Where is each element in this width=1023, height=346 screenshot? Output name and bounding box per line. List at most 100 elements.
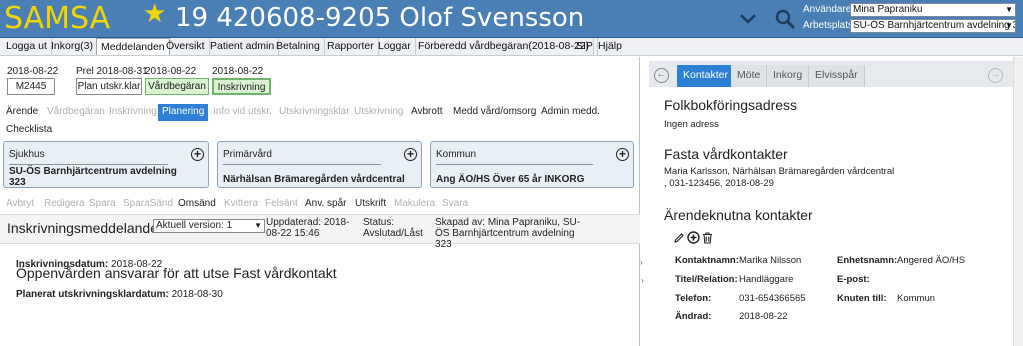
trash-icon[interactable] xyxy=(702,232,713,247)
arende-heading: Ärendeknutna kontakter xyxy=(664,207,813,223)
field-utskrivningsklardatum: Planerat utskrivningsklardatum: 2018-08-… xyxy=(16,289,223,300)
created-by-text: Skapad av: Mina Papraniku, SU-ÖS Barnhjä… xyxy=(435,217,581,250)
menu-forberedd-vardbegaran[interactable]: Förberedd vårdbegäran(2018-08-22) xyxy=(414,38,595,55)
tab-admin-medd[interactable]: Admin medd. xyxy=(537,104,604,121)
edit-icon[interactable] xyxy=(673,232,685,247)
tab-utskrivning[interactable]: Utskrivning xyxy=(350,104,407,121)
kontaktnamn-label: Kontaktnamn: xyxy=(675,255,739,266)
user-value: Mina Papraniku xyxy=(853,4,923,15)
tab-kontakter[interactable]: Kontakter xyxy=(677,65,735,87)
tab-inkorg[interactable]: Inkorg xyxy=(767,65,810,87)
btn-kvittera[interactable]: Kvittera xyxy=(220,196,262,212)
btn-svara[interactable]: Svara xyxy=(438,196,472,212)
tab-mote[interactable]: Möte xyxy=(731,65,768,87)
user-select[interactable]: Mina Papraniku ▼ xyxy=(850,3,1016,17)
step-plan-utskr[interactable]: Plan utskr.klar xyxy=(76,78,142,95)
document-title: Inskrivningsmeddelande xyxy=(7,220,158,236)
btn-sparasand[interactable]: SparaSänd xyxy=(119,196,177,212)
workplace-label: Arbetsplats: xyxy=(803,20,856,31)
chevron-down-icon[interactable] xyxy=(738,9,758,29)
patient-title: 19 420608-9205 Olof Svensson xyxy=(175,3,585,33)
tab-planering[interactable]: Planering xyxy=(158,104,209,121)
telefon-label: Telefon: xyxy=(675,293,712,304)
andrad-value: 2018-08-22 xyxy=(739,311,788,322)
btn-makulera[interactable]: Makulera xyxy=(390,196,439,212)
step-inskrivning[interactable]: Inskrivning xyxy=(212,78,271,95)
titel-label: Titel/Relation: xyxy=(675,274,738,285)
menu-hjalp[interactable]: Hjälp xyxy=(594,38,626,55)
add-icon[interactable]: + xyxy=(616,148,629,161)
card-divider xyxy=(436,164,593,165)
right-scrollbar[interactable] xyxy=(1013,57,1023,346)
enhetsnamn-value: Angered ÄO/HS xyxy=(897,255,966,266)
tab-medd-vard-omsorg[interactable]: Medd vård/omsorg xyxy=(449,104,540,121)
field-label: Planerat utskrivningsklardatum: xyxy=(16,289,169,300)
tab-info-vid-utskr[interactable]: Info vid utskr. xyxy=(209,104,276,121)
fasta-line2: , 031-123456, 2018-08-29 xyxy=(664,178,774,189)
document-toolbar: Avbryt Redigera Spara SparaSänd Omsänd K… xyxy=(0,196,640,212)
dropdown-arrow-icon: ▼ xyxy=(1005,5,1013,14)
user-label: Användare: xyxy=(803,4,855,15)
menu-meddelanden[interactable]: Meddelanden xyxy=(96,38,170,55)
add-icon[interactable] xyxy=(687,231,700,247)
version-select[interactable]: Aktuell version: 1 ▼ xyxy=(153,219,265,233)
knuten-value: Kommun xyxy=(897,293,936,304)
back-icon[interactable]: ← xyxy=(654,68,669,83)
btn-utskrift[interactable]: Utskrift xyxy=(351,196,390,212)
app-logo: SAMSA xyxy=(4,1,111,36)
menu-logga-ut[interactable]: Logga ut xyxy=(2,38,52,55)
menu-oversikt[interactable]: Översikt xyxy=(162,38,210,55)
splitter-arrow-icon[interactable]: › xyxy=(641,276,644,285)
card-title: Sjukhus xyxy=(9,149,45,160)
main-menu: Logga ut Inkorg(3) Meddelanden Översikt … xyxy=(0,38,1023,56)
epost-label: E-post: xyxy=(837,274,870,285)
add-icon[interactable]: + xyxy=(404,148,417,161)
contacts-pane: ← Kontakter Möte Inkorg Elvisspår → Folk… xyxy=(649,57,1023,346)
case-tabs: Ärende Vårdbegäran Inskrivning Planering… xyxy=(0,104,640,121)
tab-elvisspar[interactable]: Elvisspår xyxy=(809,65,865,87)
btn-omsand[interactable]: Omsänd xyxy=(174,196,220,212)
btn-felsant[interactable]: Felsänt xyxy=(261,196,302,212)
step-date: Prel 2018-08-31 xyxy=(76,66,148,77)
btn-anv-spar[interactable]: Anv. spår xyxy=(301,196,351,212)
step-date: 2018-08-22 xyxy=(212,66,264,77)
menu-patient-admin[interactable]: Patient admin xyxy=(206,38,280,55)
status-text: Status: Avslutad/Låst xyxy=(363,217,423,239)
card-value: Ang ÄO/HS Över 65 år INKORG xyxy=(436,174,585,185)
btn-redigera[interactable]: Redigera xyxy=(40,196,89,212)
step-date: 2018-08-22 xyxy=(145,66,197,77)
star-icon[interactable]: ★ xyxy=(143,0,166,29)
tab-vardbegaran[interactable]: Vårdbegäran xyxy=(43,104,109,121)
tab-arende[interactable]: Ärende xyxy=(2,104,42,121)
tab-avbrott[interactable]: Avbrott xyxy=(407,104,447,121)
contact-actions xyxy=(673,231,717,247)
kontaktnamn-value: Marika Nilsson xyxy=(739,255,802,266)
step-vardbegaran[interactable]: Vårdbegäran xyxy=(145,78,209,95)
add-icon[interactable]: + xyxy=(191,148,204,161)
section-heading: Öppenvården ansvarar för att utse Fast v… xyxy=(16,265,337,281)
menu-betalning[interactable]: Betalning xyxy=(272,38,325,55)
forward-icon[interactable]: → xyxy=(988,68,1003,83)
right-tabs: ← Kontakter Möte Inkorg Elvisspår → xyxy=(649,61,1021,87)
step-case-id[interactable]: M2445 xyxy=(7,78,55,95)
document-infobar: Inskrivningsmeddelande Aktuell version: … xyxy=(0,214,640,250)
card-title: Primärvård xyxy=(223,149,272,160)
workplace-select[interactable]: SU-ÖS Barnhjärtcentrum avdelning 323 ▼ xyxy=(850,19,1016,33)
version-value: Aktuell version: 1 xyxy=(156,220,233,231)
menu-loggar[interactable]: Loggar xyxy=(374,38,416,55)
menu-inkorg[interactable]: Inkorg(3) xyxy=(47,38,99,55)
case-pane: 2018-08-22 M2445 Prel 2018-08-31 Plan ut… xyxy=(0,57,640,346)
tab-utskrivningsklar[interactable]: Utskrivningsklar xyxy=(275,104,354,121)
tab-checklista[interactable]: Checklista xyxy=(2,122,56,139)
splitter-arrow-icon[interactable]: › xyxy=(640,258,643,267)
dropdown-arrow-icon: ▼ xyxy=(254,221,262,230)
search-icon[interactable] xyxy=(774,8,796,30)
btn-avbryt[interactable]: Avbryt xyxy=(2,196,38,212)
menu-rapporter[interactable]: Rapporter xyxy=(323,38,379,55)
tab-inskrivning[interactable]: Inskrivning xyxy=(105,104,161,121)
fasta-line1: Maria Karlsson, Närhälsan Brämaregården … xyxy=(664,166,895,177)
titel-value: Handläggare xyxy=(739,274,794,285)
andrad-label: Ändrad: xyxy=(675,311,712,322)
btn-spara[interactable]: Spara xyxy=(85,196,120,212)
app-header: SAMSA ★ 19 420608-9205 Olof Svensson Anv… xyxy=(0,0,1023,38)
